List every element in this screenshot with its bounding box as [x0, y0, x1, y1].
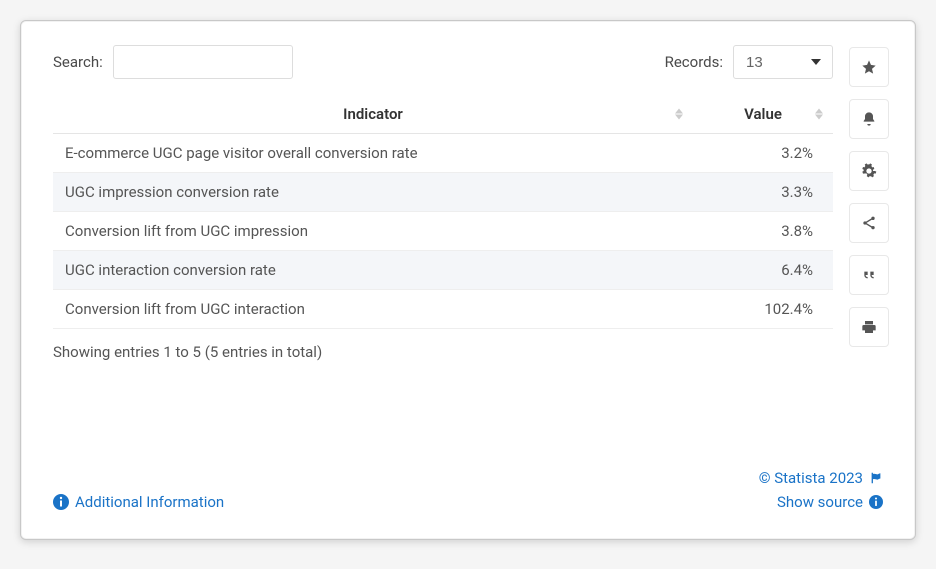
additional-information-link[interactable]: Additional Information — [53, 493, 224, 511]
records-label: Records: — [665, 53, 723, 71]
search-input[interactable] — [113, 45, 293, 79]
star-icon — [861, 59, 877, 75]
sort-down-icon — [675, 115, 683, 120]
cell-value: 3.8% — [693, 212, 833, 251]
search-label: Search: — [53, 53, 103, 71]
entries-summary: Showing entries 1 to 5 (5 entries in tot… — [53, 343, 883, 361]
settings-button[interactable] — [849, 151, 889, 191]
cell-value: 3.3% — [693, 173, 833, 212]
copyright-link[interactable]: © Statista 2023 — [759, 469, 883, 487]
table-row: E-commerce UGC page visitor overall conv… — [53, 134, 833, 173]
sort-down-icon — [815, 115, 823, 120]
cell-indicator: Conversion lift from UGC interaction — [53, 290, 693, 329]
table-header-row: Indicator Value — [53, 95, 833, 134]
cell-value: 102.4% — [693, 290, 833, 329]
toolbar: Search: Records: 13 — [53, 45, 883, 79]
additional-information-label: Additional Information — [75, 493, 224, 511]
info-icon — [869, 495, 883, 509]
cite-button[interactable] — [849, 255, 889, 295]
copyright-label: © Statista 2023 — [759, 469, 863, 487]
quote-icon — [861, 267, 877, 283]
footer-row: Additional Information © Statista 2023 S… — [53, 469, 883, 511]
cell-indicator: Conversion lift from UGC impression — [53, 212, 693, 251]
panel-frame: Search: Records: 13 Indicator — [20, 20, 916, 540]
share-icon — [861, 215, 877, 231]
records-select-wrap: 13 — [733, 45, 833, 79]
records-group: Records: 13 — [665, 45, 833, 79]
print-button[interactable] — [849, 307, 889, 347]
source-column: © Statista 2023 Show source — [759, 469, 883, 511]
bell-icon — [861, 111, 877, 127]
cell-value: 6.4% — [693, 251, 833, 290]
cell-indicator: UGC impression conversion rate — [53, 173, 693, 212]
sort-icon — [815, 109, 823, 120]
cell-indicator: UGC interaction conversion rate — [53, 251, 693, 290]
panel-content: Search: Records: 13 Indicator — [29, 29, 907, 531]
table-row: Conversion lift from UGC interaction 102… — [53, 290, 833, 329]
sort-icon — [675, 109, 683, 120]
table-body: E-commerce UGC page visitor overall conv… — [53, 134, 833, 329]
print-icon — [861, 319, 877, 335]
info-icon — [53, 494, 69, 510]
favorite-button[interactable] — [849, 47, 889, 87]
notify-button[interactable] — [849, 99, 889, 139]
share-button[interactable] — [849, 203, 889, 243]
table-row: UGC interaction conversion rate 6.4% — [53, 251, 833, 290]
sort-up-icon — [815, 109, 823, 114]
data-table: Indicator Value — [53, 95, 833, 329]
gear-icon — [861, 163, 877, 179]
records-select[interactable]: 13 — [733, 45, 833, 79]
table-row: Conversion lift from UGC impression 3.8% — [53, 212, 833, 251]
flag-icon — [869, 471, 883, 485]
search-group: Search: — [53, 45, 293, 79]
cell-value: 3.2% — [693, 134, 833, 173]
column-header-value[interactable]: Value — [693, 95, 833, 134]
column-header-value-label: Value — [744, 105, 782, 123]
column-header-indicator-label: Indicator — [343, 105, 403, 123]
cell-indicator: E-commerce UGC page visitor overall conv… — [53, 134, 693, 173]
show-source-link[interactable]: Show source — [777, 493, 883, 511]
sort-up-icon — [675, 109, 683, 114]
show-source-label: Show source — [777, 493, 863, 511]
column-header-indicator[interactable]: Indicator — [53, 95, 693, 134]
action-rail — [849, 47, 889, 347]
table-row: UGC impression conversion rate 3.3% — [53, 173, 833, 212]
